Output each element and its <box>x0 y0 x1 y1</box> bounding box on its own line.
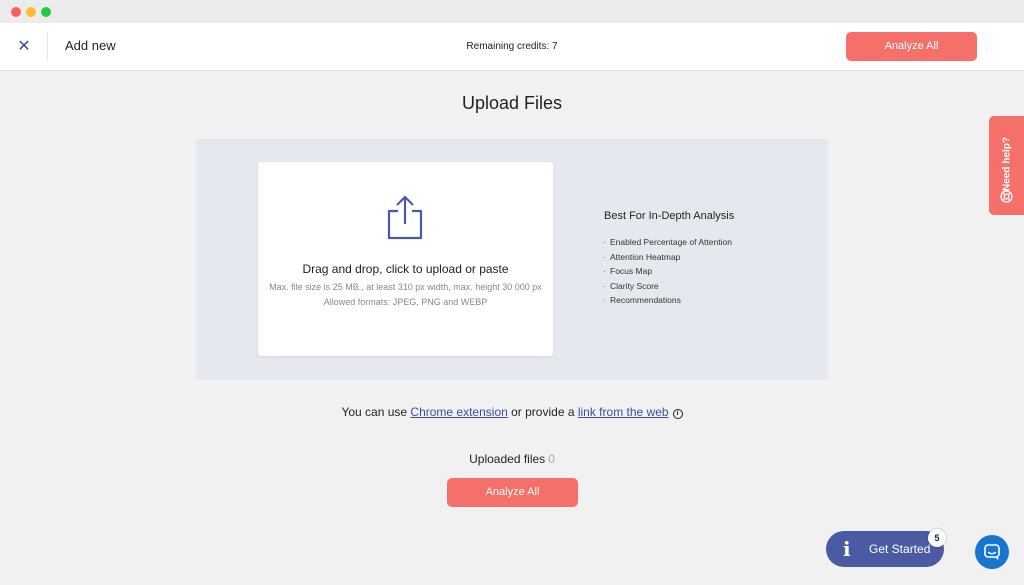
feature-item: Focus Map <box>603 264 734 279</box>
chat-icon <box>984 544 1000 560</box>
need-help-label: Need help? <box>1001 137 1013 191</box>
feature-item: Attention Heatmap <box>603 250 734 265</box>
link-from-web-link[interactable]: link from the web <box>578 405 669 419</box>
uploaded-files-count: 0 <box>548 452 555 466</box>
file-dropzone[interactable]: Drag and drop, click to upload or paste … <box>258 162 553 356</box>
dropzone-constraints: Max. file size is 25 MB., at least 310 p… <box>266 280 545 309</box>
page-title: Upload Files <box>461 93 563 113</box>
lifebuoy-icon <box>1000 190 1013 203</box>
window-maximize-dot[interactable] <box>41 7 51 17</box>
alt-middle: or provide a <box>507 405 578 419</box>
feature-item: Enabled Percentage of Attention <box>603 235 734 250</box>
get-started-label: Get Started <box>869 542 931 556</box>
upload-panel: Drag and drop, click to upload or paste … <box>196 139 828 380</box>
get-started-button[interactable]: i Get Started <box>826 531 944 567</box>
chrome-extension-link[interactable]: Chrome extension <box>410 405 507 419</box>
dropzone-instructions: Drag and drop, click to upload or paste <box>302 262 509 276</box>
feature-item: Recommendations <box>603 293 734 308</box>
upload-share-icon <box>387 195 423 240</box>
analyze-all-button-top[interactable]: Analyze All <box>846 32 977 61</box>
dropzone-allowed-formats: Allowed formats: JPEG, PNG and WEBP <box>323 296 488 307</box>
uploaded-files-label: Uploaded files <box>469 452 546 466</box>
chat-launcher-button[interactable] <box>975 535 1009 569</box>
features-list: Best For In-Depth Analysis Enabled Perce… <box>603 210 735 308</box>
window-titlebar <box>0 0 1024 23</box>
feature-item: Clarity Score <box>603 279 734 294</box>
alt-prefix: You can use <box>341 405 411 419</box>
info-i-icon: i <box>843 537 851 561</box>
get-started-badge: 5 <box>928 529 946 547</box>
features-title: Best For In-Depth Analysis <box>604 210 735 222</box>
analyze-all-button-bottom[interactable]: Analyze All <box>447 478 578 507</box>
need-help-tab[interactable]: Need help? <box>989 116 1024 215</box>
window-minimize-dot[interactable] <box>26 7 36 17</box>
upload-alternatives: You can use Chrome extension or provide … <box>0 405 1024 419</box>
dropzone-size-limits: Max. file size is 25 MB., at least 310 p… <box>269 282 542 292</box>
uploaded-files: Uploaded files 0 <box>0 452 1024 466</box>
window-close-dot[interactable] <box>11 7 21 17</box>
info-icon[interactable]: i <box>672 409 683 419</box>
top-header: ✕ Add new Remaining credits: 7 Analyze A… <box>0 23 1024 71</box>
